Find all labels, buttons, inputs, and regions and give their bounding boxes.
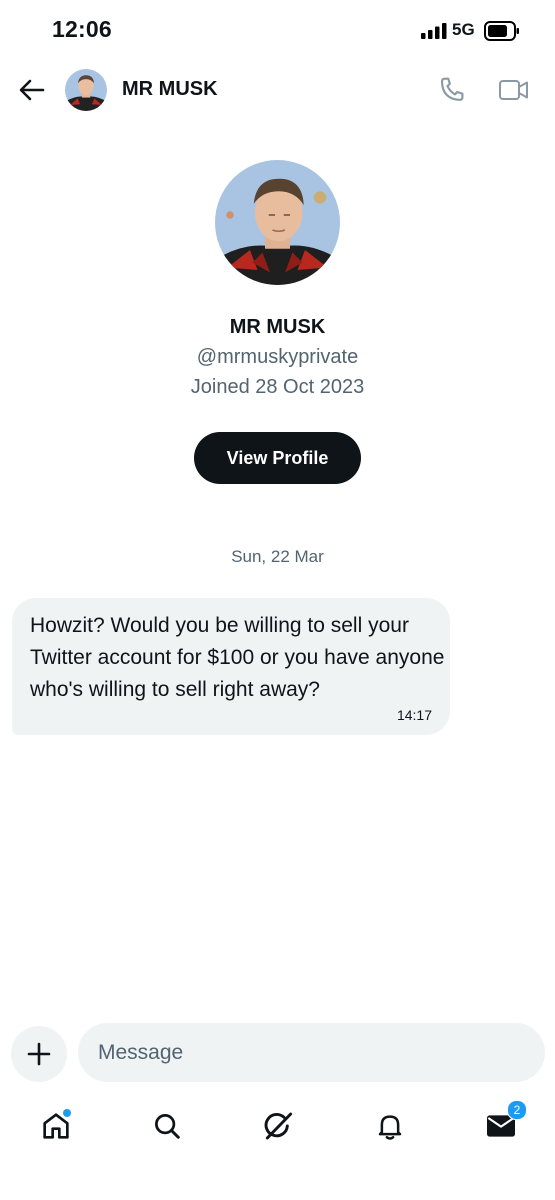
profile-avatar[interactable] (215, 160, 340, 285)
voice-call-button[interactable] (436, 74, 468, 106)
arrow-left-icon (19, 79, 45, 101)
nav-grok[interactable] (258, 1106, 298, 1146)
message-text: Howzit? Would you be willing to sell you… (30, 614, 445, 701)
video-call-button[interactable] (497, 74, 531, 106)
header-avatar[interactable] (65, 69, 107, 111)
network-label: 5G (452, 20, 475, 39)
status-bar: 12:06 5G (0, 0, 555, 62)
message-input[interactable] (78, 1023, 545, 1082)
grok-icon (264, 1112, 293, 1140)
back-button[interactable] (14, 72, 50, 108)
profile-joined-date: Joined 28 Oct 2023 (190, 376, 365, 398)
plus-icon (27, 1042, 51, 1066)
video-camera-icon (499, 80, 528, 100)
nav-notifications[interactable] (370, 1106, 410, 1146)
nav-search[interactable] (147, 1106, 187, 1146)
signal-icon (421, 23, 447, 39)
message-bubble[interactable]: Howzit? Would you be willing to sell you… (12, 598, 450, 735)
notification-dot (62, 1108, 72, 1118)
unread-badge: 2 (507, 1100, 527, 1120)
date-divider: Sun, 22 Mar (231, 547, 324, 566)
nav-home[interactable] (36, 1106, 76, 1146)
message-timestamp: 14:17 (396, 707, 432, 723)
profile-photo (215, 160, 340, 285)
add-attachment-button[interactable] (11, 1026, 67, 1082)
phone-icon (440, 77, 464, 101)
avatar-image (65, 69, 107, 111)
bell-icon (378, 1115, 402, 1140)
search-icon (155, 1114, 180, 1139)
header-contact-name[interactable]: MR MUSK (122, 78, 218, 101)
view-profile-button[interactable]: View Profile (194, 432, 361, 484)
status-time: 12:06 (52, 16, 112, 42)
profile-name: MR MUSK (229, 316, 326, 338)
nav-messages[interactable]: 2 (481, 1100, 527, 1146)
profile-handle: @mrmuskyprivate (196, 346, 359, 368)
conversation-header: MR MUSK (0, 62, 555, 118)
bottom-nav: 2 (0, 1094, 555, 1156)
battery-icon (484, 21, 519, 41)
